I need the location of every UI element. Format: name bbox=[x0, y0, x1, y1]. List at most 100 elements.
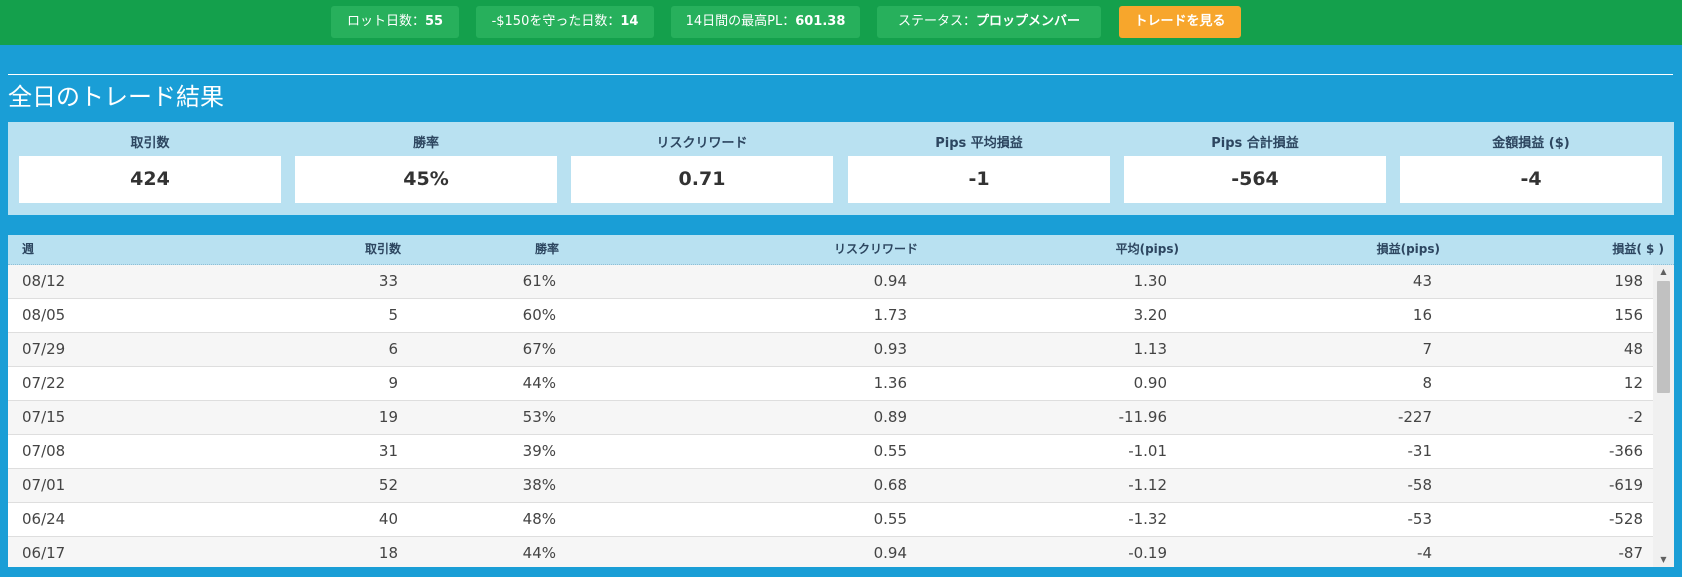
cell-avg-pips: 1.30 bbox=[1133, 272, 1167, 290]
metric-value: 45% bbox=[295, 156, 557, 203]
metric-label: リスクリワード bbox=[656, 136, 748, 151]
protected-days-value: 14 bbox=[620, 14, 639, 29]
cell-week: 08/12 bbox=[22, 272, 66, 290]
lot-days-value: 55 bbox=[424, 14, 444, 29]
metric-value: -564 bbox=[1124, 156, 1386, 203]
cell-pl-pips: 7 bbox=[1422, 340, 1432, 358]
cell-win-rate: 61% bbox=[522, 272, 556, 290]
view-trades-button[interactable]: トレードを見る bbox=[1119, 6, 1241, 38]
cell-avg-pips: -0.19 bbox=[1128, 544, 1167, 562]
table-row: 08/05 5 60% 1.73 3.20 16 156 bbox=[8, 299, 1653, 333]
scroll-down-arrow-icon[interactable]: ▼ bbox=[1653, 553, 1674, 567]
table-row: 06/24 40 48% 0.55 -1.32 -53 -528 bbox=[8, 503, 1653, 537]
cell-avg-pips: 1.13 bbox=[1133, 340, 1167, 358]
weekly-results-table: 週 取引数 勝率 リスクリワード 平均(pips) 損益(pips) 損益( $… bbox=[8, 235, 1674, 567]
cell-pl-dollars: -87 bbox=[1618, 544, 1644, 562]
cell-pl-pips: 8 bbox=[1422, 374, 1432, 392]
cell-avg-pips: -1.12 bbox=[1128, 476, 1167, 494]
max-pl-label: 14日間の最高PL： bbox=[685, 14, 796, 29]
cell-win-rate: 53% bbox=[522, 408, 556, 426]
status-label: ステータス： bbox=[897, 14, 976, 29]
status-value: プロップメンバー bbox=[976, 14, 1081, 29]
column-header-win-rate: 勝率 bbox=[534, 242, 559, 256]
cell-trades: 18 bbox=[378, 544, 398, 562]
cell-pl-dollars: 198 bbox=[1614, 272, 1643, 290]
metric-dollar-pl: 金額損益 ($) -4 bbox=[1400, 122, 1662, 215]
metric-label: Pips 平均損益 bbox=[935, 136, 1023, 151]
cell-win-rate: 38% bbox=[522, 476, 556, 494]
cell-risk-reward: 1.73 bbox=[873, 306, 907, 324]
cell-avg-pips: -1.32 bbox=[1128, 510, 1167, 528]
cell-risk-reward: 0.93 bbox=[873, 340, 907, 358]
cell-trades: 40 bbox=[378, 510, 398, 528]
table-row: 07/15 19 53% 0.89 -11.96 -227 -2 bbox=[8, 401, 1653, 435]
cell-week: 07/22 bbox=[22, 374, 66, 392]
cell-pl-dollars: -528 bbox=[1608, 510, 1643, 528]
cell-week: 06/24 bbox=[22, 510, 66, 528]
cell-pl-dollars: 48 bbox=[1623, 340, 1643, 358]
column-header-pl-pips: 損益(pips) bbox=[1376, 242, 1440, 256]
cell-pl-pips: -53 bbox=[1407, 510, 1433, 528]
cell-pl-dollars: -366 bbox=[1608, 442, 1643, 460]
table-scrollbar[interactable]: ▲ ▼ bbox=[1653, 265, 1674, 567]
metric-win-rate: 勝率 45% bbox=[295, 122, 557, 215]
metric-value: 424 bbox=[19, 156, 281, 203]
metric-value: -1 bbox=[848, 156, 1110, 203]
metric-trade-count: 取引数 424 bbox=[19, 122, 281, 215]
metric-label: Pips 合計損益 bbox=[1211, 136, 1299, 151]
cell-pl-pips: -4 bbox=[1417, 544, 1432, 562]
column-header-trades: 取引数 bbox=[364, 242, 401, 256]
cell-trades: 5 bbox=[388, 306, 398, 324]
cell-pl-dollars: 156 bbox=[1614, 306, 1643, 324]
cell-week: 07/29 bbox=[22, 340, 66, 358]
cell-risk-reward: 0.94 bbox=[873, 544, 907, 562]
column-header-risk-reward: リスクリワード bbox=[833, 242, 918, 256]
page-title: 全日のトレード結果 bbox=[8, 83, 224, 111]
cell-week: 07/01 bbox=[22, 476, 66, 494]
table-row: 07/01 52 38% 0.68 -1.12 -58 -619 bbox=[8, 469, 1653, 503]
metric-risk-reward: リスクリワード 0.71 bbox=[571, 122, 833, 215]
cell-week: 07/08 bbox=[22, 442, 66, 460]
cell-win-rate: 44% bbox=[522, 544, 556, 562]
table-row: 07/22 9 44% 1.36 0.90 8 12 bbox=[8, 367, 1653, 401]
column-header-avg-pips: 平均(pips) bbox=[1115, 242, 1179, 256]
lot-days-badge: ロット日数：55 bbox=[331, 6, 459, 38]
metric-label: 金額損益 ($) bbox=[1492, 136, 1570, 151]
cell-win-rate: 67% bbox=[522, 340, 556, 358]
protected-days-label: -$150を守った日数： bbox=[491, 14, 621, 29]
status-badge: ステータス：プロップメンバー bbox=[877, 6, 1101, 38]
cell-week: 07/15 bbox=[22, 408, 66, 426]
table-body: 08/12 33 61% 0.94 1.30 43 198 08/05 5 60… bbox=[8, 265, 1653, 567]
metric-value: -4 bbox=[1400, 156, 1662, 203]
table-row: 08/12 33 61% 0.94 1.30 43 198 bbox=[8, 265, 1653, 299]
lot-days-label: ロット日数： bbox=[346, 14, 425, 29]
metric-pips-average: Pips 平均損益 -1 bbox=[848, 122, 1110, 215]
cell-week: 06/17 bbox=[22, 544, 66, 562]
table-row: 06/17 18 44% 0.94 -0.19 -4 -87 bbox=[8, 537, 1653, 567]
cell-win-rate: 44% bbox=[522, 374, 556, 392]
cell-win-rate: 39% bbox=[522, 442, 556, 460]
max-pl-value: 601.38 bbox=[795, 14, 846, 29]
cell-pl-pips: 16 bbox=[1412, 306, 1432, 324]
cell-avg-pips: 3.20 bbox=[1133, 306, 1167, 324]
scroll-thumb[interactable] bbox=[1657, 281, 1670, 393]
cell-win-rate: 60% bbox=[522, 306, 556, 324]
table-row: 07/29 6 67% 0.93 1.13 7 48 bbox=[8, 333, 1653, 367]
cell-pl-pips: 43 bbox=[1412, 272, 1432, 290]
cell-risk-reward: 0.68 bbox=[873, 476, 907, 494]
scroll-up-arrow-icon[interactable]: ▲ bbox=[1653, 265, 1674, 279]
cell-risk-reward: 0.89 bbox=[873, 408, 907, 426]
table-row: 07/08 31 39% 0.55 -1.01 -31 -366 bbox=[8, 435, 1653, 469]
top-status-bar: ロット日数：55 -$150を守った日数：14 14日間の最高PL：601.38… bbox=[0, 0, 1682, 45]
column-header-pl-dollars: 損益( $ ) bbox=[1612, 242, 1664, 256]
cell-avg-pips: -1.01 bbox=[1128, 442, 1167, 460]
cell-pl-pips: -31 bbox=[1407, 442, 1433, 460]
cell-win-rate: 48% bbox=[522, 510, 556, 528]
cell-trades: 33 bbox=[378, 272, 398, 290]
cell-pl-dollars: -2 bbox=[1628, 408, 1643, 426]
metric-value: 0.71 bbox=[571, 156, 833, 203]
cell-trades: 19 bbox=[378, 408, 398, 426]
cell-risk-reward: 0.55 bbox=[873, 510, 907, 528]
cell-pl-dollars: 12 bbox=[1623, 374, 1643, 392]
cell-trades: 9 bbox=[388, 374, 398, 392]
